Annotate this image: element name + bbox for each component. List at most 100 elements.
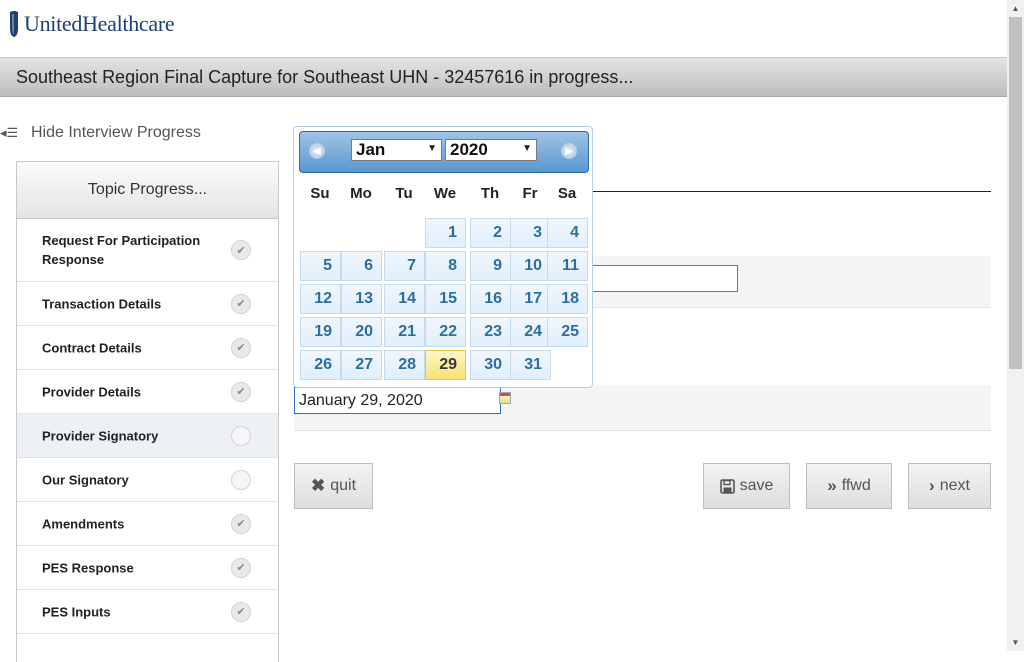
calendar-day[interactable]: 6	[341, 251, 382, 281]
topic-item[interactable]: Transaction Details ✔	[17, 282, 278, 326]
calendar-day[interactable]: 3	[510, 218, 551, 248]
checkmark-icon: ✔	[231, 601, 251, 622]
interview-title: Southeast Region Final Capture for South…	[16, 67, 634, 87]
month-select[interactable]: Jan ▼	[351, 139, 442, 161]
checkmark-icon: ✔	[231, 293, 251, 314]
calendar-day[interactable]: 20	[341, 317, 382, 347]
topic-progress-panel: Topic Progress... Request For Participat…	[16, 161, 279, 662]
brand-logo: UnitedHealthcare	[8, 9, 175, 39]
topic-item-label: Amendments	[42, 516, 125, 531]
calendar-day[interactable]: 14	[384, 284, 425, 314]
topic-item[interactable]: PES Response ✔	[17, 546, 278, 590]
status-circle-icon: ✔	[231, 425, 251, 446]
calendar-day[interactable]: 31	[510, 350, 551, 380]
checkmark-icon: ✔	[231, 513, 251, 534]
quit-button[interactable]: ✖ quit	[294, 463, 373, 509]
checkmark-icon: ✔	[231, 240, 251, 260]
hide-interview-progress-label: Hide Interview Progress	[31, 124, 201, 141]
topic-item[interactable]: Provider Details ✔	[17, 370, 278, 414]
topic-item[interactable]: Our Signatory ✔	[17, 458, 278, 502]
calendar-day[interactable]: 12	[300, 284, 341, 314]
calendar-day[interactable]: 16	[470, 284, 511, 314]
date-input[interactable]	[294, 387, 501, 414]
text-field[interactable]	[590, 265, 738, 292]
calendar-day[interactable]: 7	[384, 251, 425, 281]
weekday-header: Sa	[557, 185, 577, 202]
weekday-header: Mo	[350, 185, 372, 202]
checkmark-icon: ✔	[231, 337, 251, 358]
calendar-day[interactable]: 8	[425, 251, 466, 281]
chevron-down-icon: ▼	[427, 143, 437, 154]
section-divider	[590, 191, 991, 192]
fast-forward-icon: »	[827, 476, 837, 495]
datepicker-header: ◀ Jan ▼ 2020 ▼ ▶	[299, 131, 589, 173]
calendar-day[interactable]: 27	[341, 350, 382, 380]
calendar-day[interactable]: 4	[547, 218, 588, 248]
topic-item[interactable]: Request For Participation Response ✔	[17, 219, 278, 282]
calendar-icon[interactable]	[499, 392, 511, 404]
status-circle-icon: ✔	[231, 469, 251, 490]
topic-item-label: Our Signatory	[42, 472, 129, 487]
scroll-down-icon[interactable]: ▼	[1007, 634, 1024, 651]
calendar-day[interactable]: 30	[470, 350, 511, 380]
calendar-day[interactable]: 18	[547, 284, 588, 314]
topic-item-label: PES Inputs	[42, 604, 111, 619]
save-label: save	[739, 477, 774, 494]
month-select-value: Jan	[356, 140, 386, 159]
calendar-day[interactable]: 11	[547, 251, 588, 281]
checkmark-icon: ✔	[231, 557, 251, 578]
weekday-header: Fr	[522, 185, 538, 202]
weekday-header: Th	[480, 185, 500, 202]
calendar-day[interactable]: 24	[510, 317, 551, 347]
interview-title-bar: Southeast Region Final Capture for South…	[0, 58, 1007, 97]
calendar-day[interactable]: 10	[510, 251, 551, 281]
calendar-day-selected[interactable]: 29	[425, 350, 466, 380]
topic-item[interactable]: Provider Signatory ✔	[17, 414, 278, 458]
calendar-day[interactable]: 9	[470, 251, 511, 281]
scrollbar-thumb[interactable]	[1009, 17, 1022, 369]
calendar-day[interactable]: 5	[300, 251, 341, 281]
prev-month-icon[interactable]: ◀	[309, 143, 325, 159]
next-label: next	[939, 477, 970, 494]
calendar-day[interactable]: 28	[384, 350, 425, 380]
chevron-down-icon: ▼	[522, 143, 532, 154]
calendar-day[interactable]: 19	[300, 317, 341, 347]
topic-item-label: Transaction Details	[42, 296, 162, 311]
hide-interview-progress-toggle[interactable]: ◂☰ Hide Interview Progress	[0, 123, 201, 143]
ffwd-button[interactable]: » ffwd	[806, 463, 892, 509]
floppy-disk-icon	[719, 478, 735, 494]
shield-logo-icon	[10, 11, 18, 37]
next-button[interactable]: › next	[908, 463, 991, 509]
weekday-header: We	[433, 185, 457, 202]
weekday-header: Su	[310, 185, 330, 202]
datepicker-popup: ◀ Jan ▼ 2020 ▼ ▶ Su Mo Tu We Th Fr Sa 1 2 3 4 5 6 7 8 9…	[293, 126, 593, 388]
topic-progress-title: Topic Progress...	[17, 162, 278, 219]
topic-item[interactable]: PES Inputs ✔	[17, 590, 278, 634]
weekday-header: Tu	[395, 185, 413, 202]
calendar-day[interactable]: 23	[470, 317, 511, 347]
calendar-day[interactable]: 1	[425, 218, 466, 248]
topic-item-label: PES Response	[42, 560, 134, 575]
year-select[interactable]: 2020 ▼	[445, 139, 537, 161]
topic-item-label: Provider Details	[42, 384, 141, 399]
topic-item[interactable]: Amendments ✔	[17, 502, 278, 546]
calendar-day[interactable]: 17	[510, 284, 551, 314]
quit-label: quit	[330, 477, 357, 494]
calendar-day[interactable]: 22	[425, 317, 466, 347]
scroll-up-icon[interactable]: ▲	[1007, 0, 1024, 17]
topic-item[interactable]: Contract Details ✔	[17, 326, 278, 370]
checkmark-icon: ✔	[231, 381, 251, 402]
calendar-day[interactable]: 25	[547, 317, 588, 347]
topic-item-label: Request For Participation Response	[42, 233, 201, 267]
ffwd-label: ffwd	[841, 477, 871, 494]
next-month-icon[interactable]: ▶	[561, 143, 577, 159]
calendar-day[interactable]: 13	[341, 284, 382, 314]
calendar-day[interactable]: 26	[300, 350, 341, 380]
calendar-day[interactable]: 15	[425, 284, 466, 314]
chevron-right-icon: ›	[929, 476, 935, 495]
calendar-day[interactable]: 21	[384, 317, 425, 347]
topic-list: Request For Participation Response ✔ Trans…	[17, 219, 278, 634]
list-collapse-icon: ◂☰	[0, 125, 19, 140]
calendar-day[interactable]: 2	[470, 218, 511, 248]
save-button[interactable]: save	[703, 463, 790, 509]
